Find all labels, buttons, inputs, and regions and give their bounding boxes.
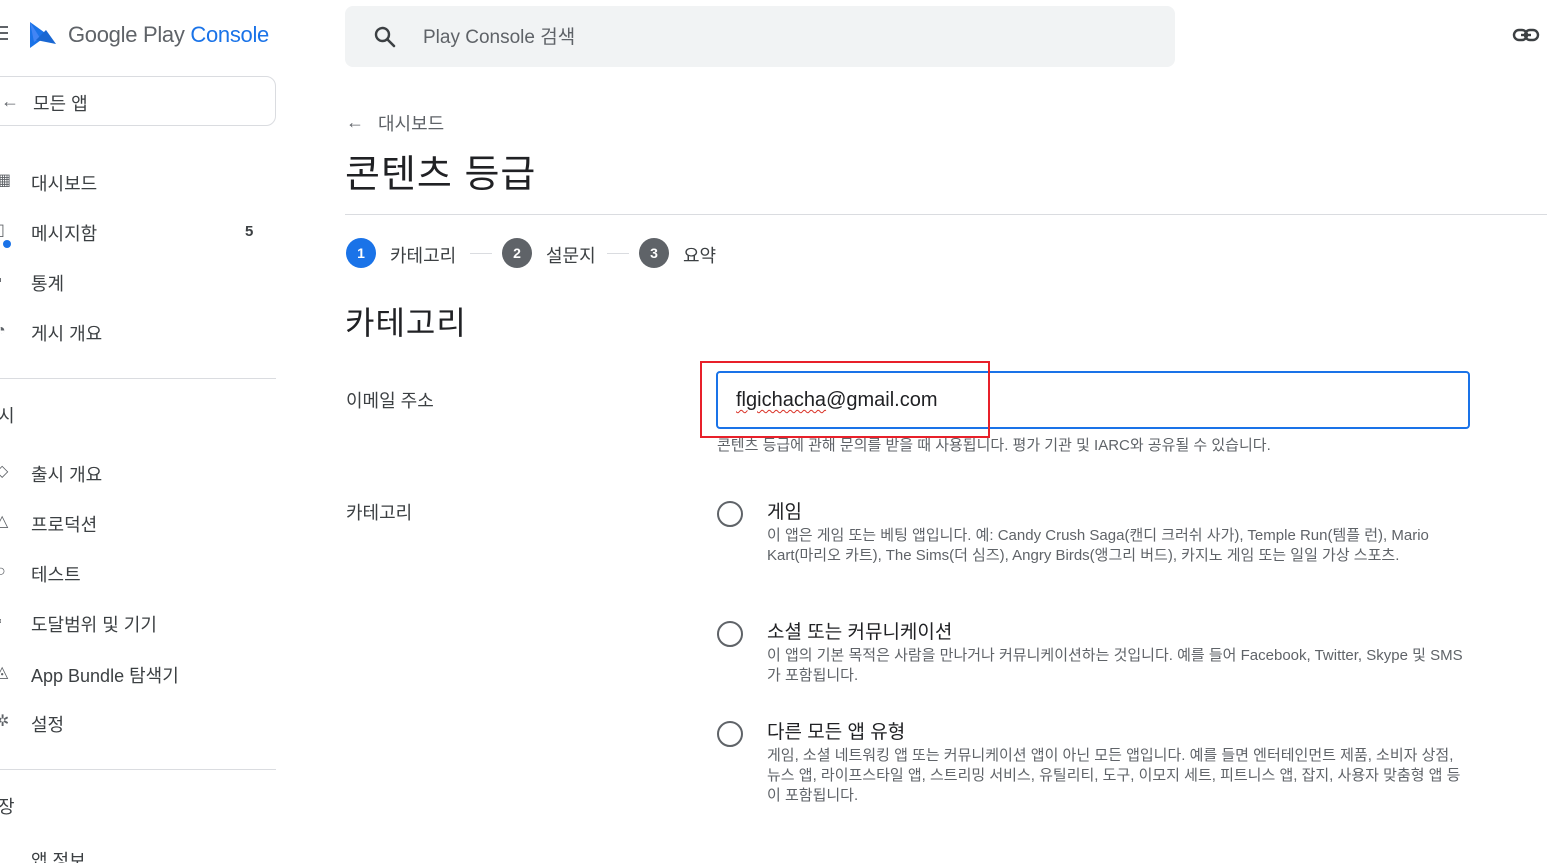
link-icon[interactable] — [1512, 22, 1540, 48]
section-heading: 카테고리 — [345, 305, 467, 341]
inbox-count-badge: 5 — [245, 223, 254, 240]
search-input[interactable] — [421, 22, 1125, 54]
back-arrow-icon: ← — [346, 112, 364, 132]
option-description: 게임, 소셜 네트워킹 앱 또는 커뮤니케이션 앱이 아닌 모든 앱입니다. 예… — [767, 747, 1461, 804]
radio-button[interactable] — [717, 721, 743, 747]
bar-chart-icon: ▪ — [0, 273, 8, 289]
sidebar-divider — [0, 378, 276, 379]
sidebar-item-app-bundle-explorer[interactable]: ◬ App Bundle 탐색기 — [0, 655, 276, 691]
sidebar-item-production[interactable]: △ 프로덕션 — [0, 504, 276, 540]
sidebar-item-testing[interactable]: ○ 테스트 — [0, 554, 276, 590]
sidebar-item-label: 출시 개요 — [31, 465, 103, 485]
sidebar-item-release-overview[interactable]: ◇ 출시 개요 — [0, 454, 276, 490]
sidebar-item-label: 게시 개요 — [31, 324, 103, 344]
sidebar-item-reach-and-devices[interactable]: ▫ 도달범위 및 기기 — [0, 604, 276, 640]
email-value: flgichacha@gmail.com — [736, 389, 938, 412]
sidebar-item-label: 메시지함 — [31, 224, 98, 244]
sidebar-item-label: App Bundle 탐색기 — [31, 666, 179, 686]
unread-dot-icon — [3, 240, 11, 248]
sidebar-item-label: 도달범위 및 기기 — [31, 615, 157, 635]
back-link-label: 대시보드 — [378, 114, 445, 134]
step-number: 3 — [639, 238, 669, 268]
all-apps-label: 모든 앱 — [33, 94, 88, 114]
dashboard-icon: ▦ — [0, 172, 12, 189]
radio-button[interactable] — [717, 501, 743, 527]
sidebar-item-label: 대시보드 — [31, 174, 98, 194]
hamburger-menu-icon[interactable] — [0, 26, 8, 46]
step-number: 1 — [346, 238, 376, 268]
step-connector — [470, 253, 492, 254]
play-console-logo-icon — [30, 22, 56, 48]
sidebar-item-publishing-overview[interactable]: ◔ 게시 개요 — [0, 313, 276, 349]
email-value-domain: @gmail.com — [826, 389, 938, 411]
sidebar-item-label: 통계 — [31, 274, 65, 294]
sidebar-item-label: 프로덕션 — [31, 515, 98, 535]
sidebar-divider — [0, 769, 276, 770]
step-label: 설문지 — [546, 246, 596, 266]
search-icon — [374, 26, 396, 48]
email-help-text: 콘텐츠 등급에 관해 문의를 받을 때 사용됩니다. 평가 기관 및 IARC와… — [717, 437, 1271, 454]
inbox-icon: ▯ — [0, 222, 5, 239]
option-title: 소셜 또는 커뮤니케이션 — [767, 622, 953, 643]
page: Google Play Console ← 모든 앱 ▦ 대시보드 ▯ 메시지함… — [0, 0, 1547, 863]
gear-icon: ✲ — [0, 713, 10, 730]
option-title: 게임 — [767, 502, 802, 523]
all-apps-button[interactable]: ← 모든 앱 — [0, 76, 276, 126]
search-bar[interactable] — [345, 6, 1175, 67]
category-field-label: 카테고리 — [346, 503, 413, 523]
bundle-icon: ◬ — [0, 664, 9, 681]
devices-icon: ▫ — [0, 614, 8, 630]
step-number: 2 — [502, 238, 532, 268]
back-arrow-icon: ← — [1, 91, 19, 111]
page-title: 콘텐츠 등급 — [345, 154, 537, 196]
testing-icon: ○ — [0, 563, 6, 580]
title-divider — [345, 214, 1547, 215]
sidebar-section-store: 장 — [0, 797, 15, 817]
sidebar-item-settings[interactable]: ✲ 설정 — [0, 704, 276, 740]
email-field[interactable]: flgichacha@gmail.com — [716, 371, 1470, 429]
app-logo-text[interactable]: Google Play Console — [68, 22, 269, 48]
sidebar-item-inbox[interactable]: ▯ 메시지함 5 — [0, 213, 276, 249]
email-value-user: flgichacha — [736, 389, 827, 411]
option-description: 이 앱의 기본 목적은 사람을 만나거나 커뮤니케이션하는 것입니다. 예를 들… — [767, 647, 1463, 684]
sidebar-section-release: 시 — [0, 406, 15, 426]
sidebar-item-dashboard[interactable]: ▦ 대시보드 — [0, 163, 276, 199]
logo-console: Console — [190, 22, 269, 47]
sidebar-item-label: 설정 — [31, 715, 65, 735]
clock-icon: ◔ — [0, 322, 6, 339]
logo-google-play: Google Play — [68, 22, 185, 47]
option-title: 다른 모든 앱 유형 — [767, 722, 906, 743]
step-label: 카테고리 — [390, 246, 457, 266]
sidebar: Google Play Console ← 모든 앱 ▦ 대시보드 ▯ 메시지함… — [0, 0, 290, 863]
step-label: 요약 — [683, 246, 717, 266]
sidebar-item-statistics[interactable]: ▪ 통계 — [0, 263, 276, 299]
radio-button[interactable] — [717, 621, 743, 647]
step-connector — [607, 253, 629, 254]
sidebar-item-app-info[interactable]: 앱 정보 — [31, 847, 86, 863]
option-description: 이 앱은 게임 또는 베팅 앱입니다. 예: Candy Crush Saga(… — [767, 527, 1429, 564]
email-field-label: 이메일 주소 — [346, 391, 434, 411]
sidebar-item-label: 테스트 — [31, 565, 81, 585]
production-icon: △ — [0, 513, 9, 530]
rocket-icon: ◇ — [0, 463, 9, 480]
